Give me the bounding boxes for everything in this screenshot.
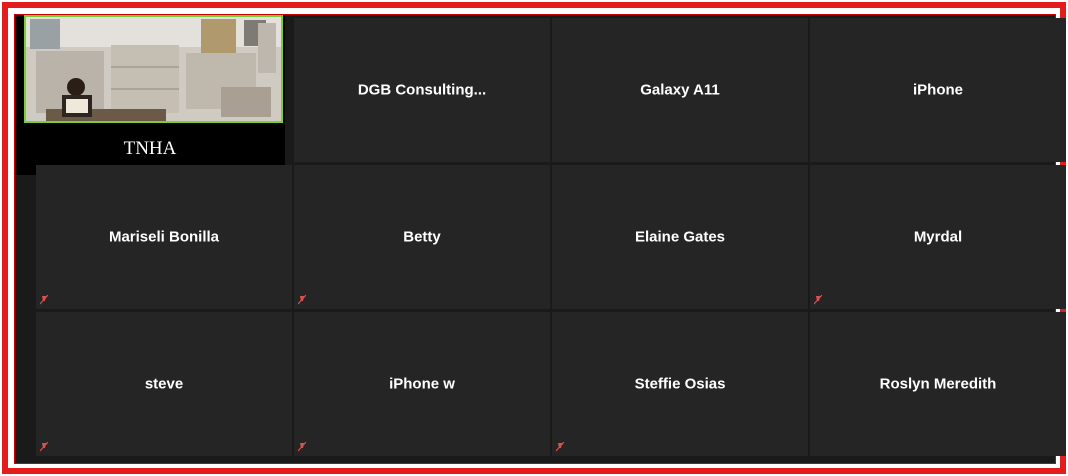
participant-tile[interactable]: Galaxy A11 [552, 18, 808, 162]
office-video-frame [26, 17, 281, 121]
participant-name: Steffie Osias [634, 375, 726, 393]
participant-tile[interactable]: Elaine Gates [552, 165, 808, 309]
participant-name: iPhone [912, 81, 963, 99]
speaker-video-feed [24, 15, 283, 123]
active-speaker-tile[interactable]: TNHA [15, 15, 285, 175]
microphone-muted-icon [556, 442, 564, 452]
participant-name: Myrdal [913, 228, 963, 246]
participant-tile[interactable]: steve [36, 312, 292, 456]
participant-tile[interactable]: Myrdal [810, 165, 1066, 309]
participant-name: Galaxy A11 [640, 81, 720, 99]
participant-name: DGB Consulting... [357, 81, 487, 99]
participant-tile[interactable]: Steffie Osias [552, 312, 808, 456]
microphone-muted-icon [298, 295, 306, 305]
microphone-muted-icon [298, 442, 306, 452]
participant-tile[interactable]: Mariseli Bonilla [36, 165, 292, 309]
participant-name: steve [144, 375, 184, 393]
meeting-window-border: TNHA DGB Consulting... Galaxy A11 iPhone… [2, 2, 1066, 474]
participant-tile[interactable]: iPhone w [294, 312, 550, 456]
microphone-muted-icon [40, 442, 48, 452]
microphone-muted-icon [814, 295, 822, 305]
gallery-view: TNHA DGB Consulting... Galaxy A11 iPhone… [14, 14, 1066, 464]
participant-tile[interactable]: DGB Consulting... [294, 18, 550, 162]
participant-name: iPhone w [389, 375, 455, 393]
participant-name: Mariseli Bonilla [108, 228, 220, 246]
participant-tile[interactable]: Betty [294, 165, 550, 309]
participant-name: Roslyn Meredith [879, 375, 997, 393]
microphone-muted-icon [40, 295, 48, 305]
participant-tile[interactable]: iPhone [810, 18, 1066, 162]
participant-name: Betty [403, 228, 441, 246]
participant-tile[interactable]: Roslyn Meredith [810, 312, 1066, 456]
participant-name: Elaine Gates [634, 228, 726, 246]
